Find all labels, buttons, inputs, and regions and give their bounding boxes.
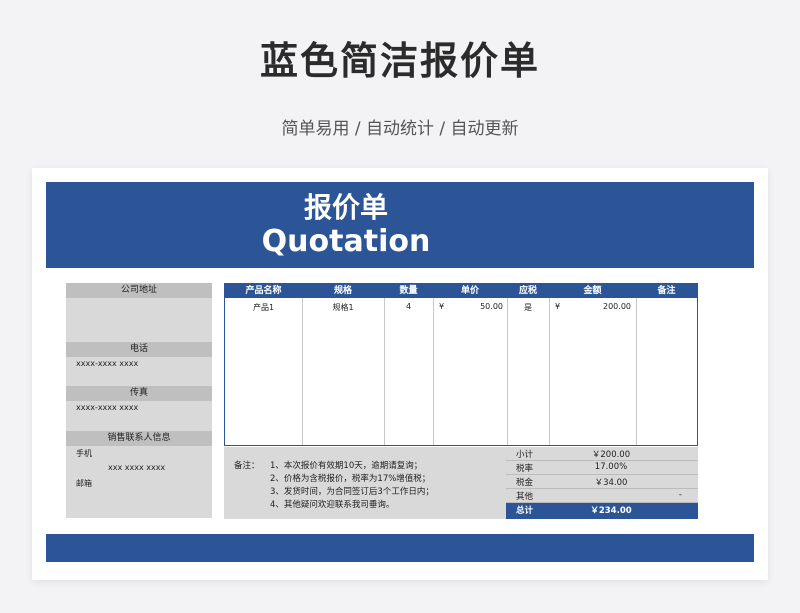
total-row: 总计 ￥234.00 <box>506 503 698 519</box>
cell-price-currency: ¥ <box>439 302 445 311</box>
sales-contact-label: 销售联系人信息 <box>66 431 212 446</box>
fax-label: 传真 <box>66 386 212 401</box>
subtotal-row: 小计 ￥200.00 <box>506 447 698 461</box>
address-label: 公司地址 <box>66 283 212 298</box>
quotation-table: 产品名称 规格 数量 单价 应税 金额 备注 产品1 规格1 4 ¥ 50.00… <box>224 283 698 446</box>
note-line: 1、本次报价有效期10天，逾期请复询； <box>270 461 423 471</box>
quotation-sheet: 报价单 Quotation 公司地址 电话 xxxx-xxxx xxxx 传真 … <box>32 168 768 580</box>
subtotal-label: 小计 <box>516 450 534 460</box>
tax-rate-value[interactable]: 17.00% <box>576 462 646 472</box>
col-header-taxable: 应税 <box>518 286 537 296</box>
phone-value[interactable]: xxxx-xxxx xxxx <box>76 359 138 368</box>
summary-panel: 小计 ￥200.00 税率 17.00% 税金 ￥34.00 其他 - 总计 ￥… <box>506 447 698 519</box>
column-divider <box>636 298 637 445</box>
banner-title-en: Quotation <box>261 224 431 259</box>
column-divider <box>507 298 508 445</box>
col-header-qty: 数量 <box>399 286 418 296</box>
banner-title-cn: 报价单 <box>303 191 388 224</box>
company-info-panel: 公司地址 电话 xxxx-xxxx xxxx 传真 xxxx-xxxx xxxx… <box>66 283 212 518</box>
col-header-price: 单价 <box>460 286 479 296</box>
tax-rate-label: 税率 <box>516 464 534 474</box>
col-header-amount: 金额 <box>583 286 602 296</box>
column-divider <box>384 298 385 445</box>
other-label: 其他 <box>516 492 534 502</box>
cell-taxable[interactable]: 是 <box>507 302 549 313</box>
total-value: ￥234.00 <box>590 506 632 516</box>
footer-bar <box>46 534 754 562</box>
fax-value[interactable]: xxxx-xxxx xxxx <box>76 403 138 412</box>
tax-amount-value: ￥34.00 <box>594 478 628 488</box>
column-divider <box>433 298 434 445</box>
notes-label: 备注： <box>234 461 260 471</box>
col-header-spec: 规格 <box>333 286 352 296</box>
col-header-remark: 备注 <box>657 286 676 296</box>
table-header: 产品名称 规格 数量 单价 应税 金额 备注 <box>225 284 697 298</box>
cell-spec[interactable]: 规格1 <box>302 302 384 313</box>
other-value[interactable]: - <box>679 490 682 500</box>
cell-qty[interactable]: 4 <box>384 302 433 311</box>
cell-amount-currency: ¥ <box>555 302 561 311</box>
mobile-value[interactable]: xxx xxxx xxxx <box>108 463 165 472</box>
tax-amount-row: 税金 ￥34.00 <box>506 475 698 489</box>
phone-label: 电话 <box>66 342 212 357</box>
note-line: 2、价格为含税报价，税率为17%增值税； <box>270 474 431 484</box>
quotation-banner: 报价单 Quotation <box>46 182 754 268</box>
cell-price[interactable]: 50.00 <box>455 302 503 311</box>
page-subtitle: 简单易用 / 自动统计 / 自动更新 <box>281 119 519 139</box>
page-title: 蓝色简洁报价单 <box>259 39 540 83</box>
mobile-label: 手机 <box>76 449 92 458</box>
total-label: 总计 <box>516 506 534 516</box>
cell-amount[interactable]: 200.00 <box>571 302 631 311</box>
cell-product[interactable]: 产品1 <box>225 302 302 313</box>
note-line: 3、发货时间，为合同签订后3个工作日内； <box>270 487 434 497</box>
column-divider <box>302 298 303 445</box>
notes-panel: 备注： 1、本次报价有效期10天，逾期请复询； 2、价格为含税报价，税率为17%… <box>224 447 506 519</box>
email-label: 邮箱 <box>76 479 92 488</box>
column-divider <box>549 298 550 445</box>
other-row: 其他 - <box>506 489 698 503</box>
tax-amount-label: 税金 <box>516 478 534 488</box>
subtotal-value: ￥200.00 <box>591 450 631 460</box>
tax-rate-row: 税率 17.00% <box>506 461 698 475</box>
note-line: 4、其他疑问欢迎联系我司垂询。 <box>270 500 395 510</box>
col-header-product: 产品名称 <box>245 286 282 296</box>
